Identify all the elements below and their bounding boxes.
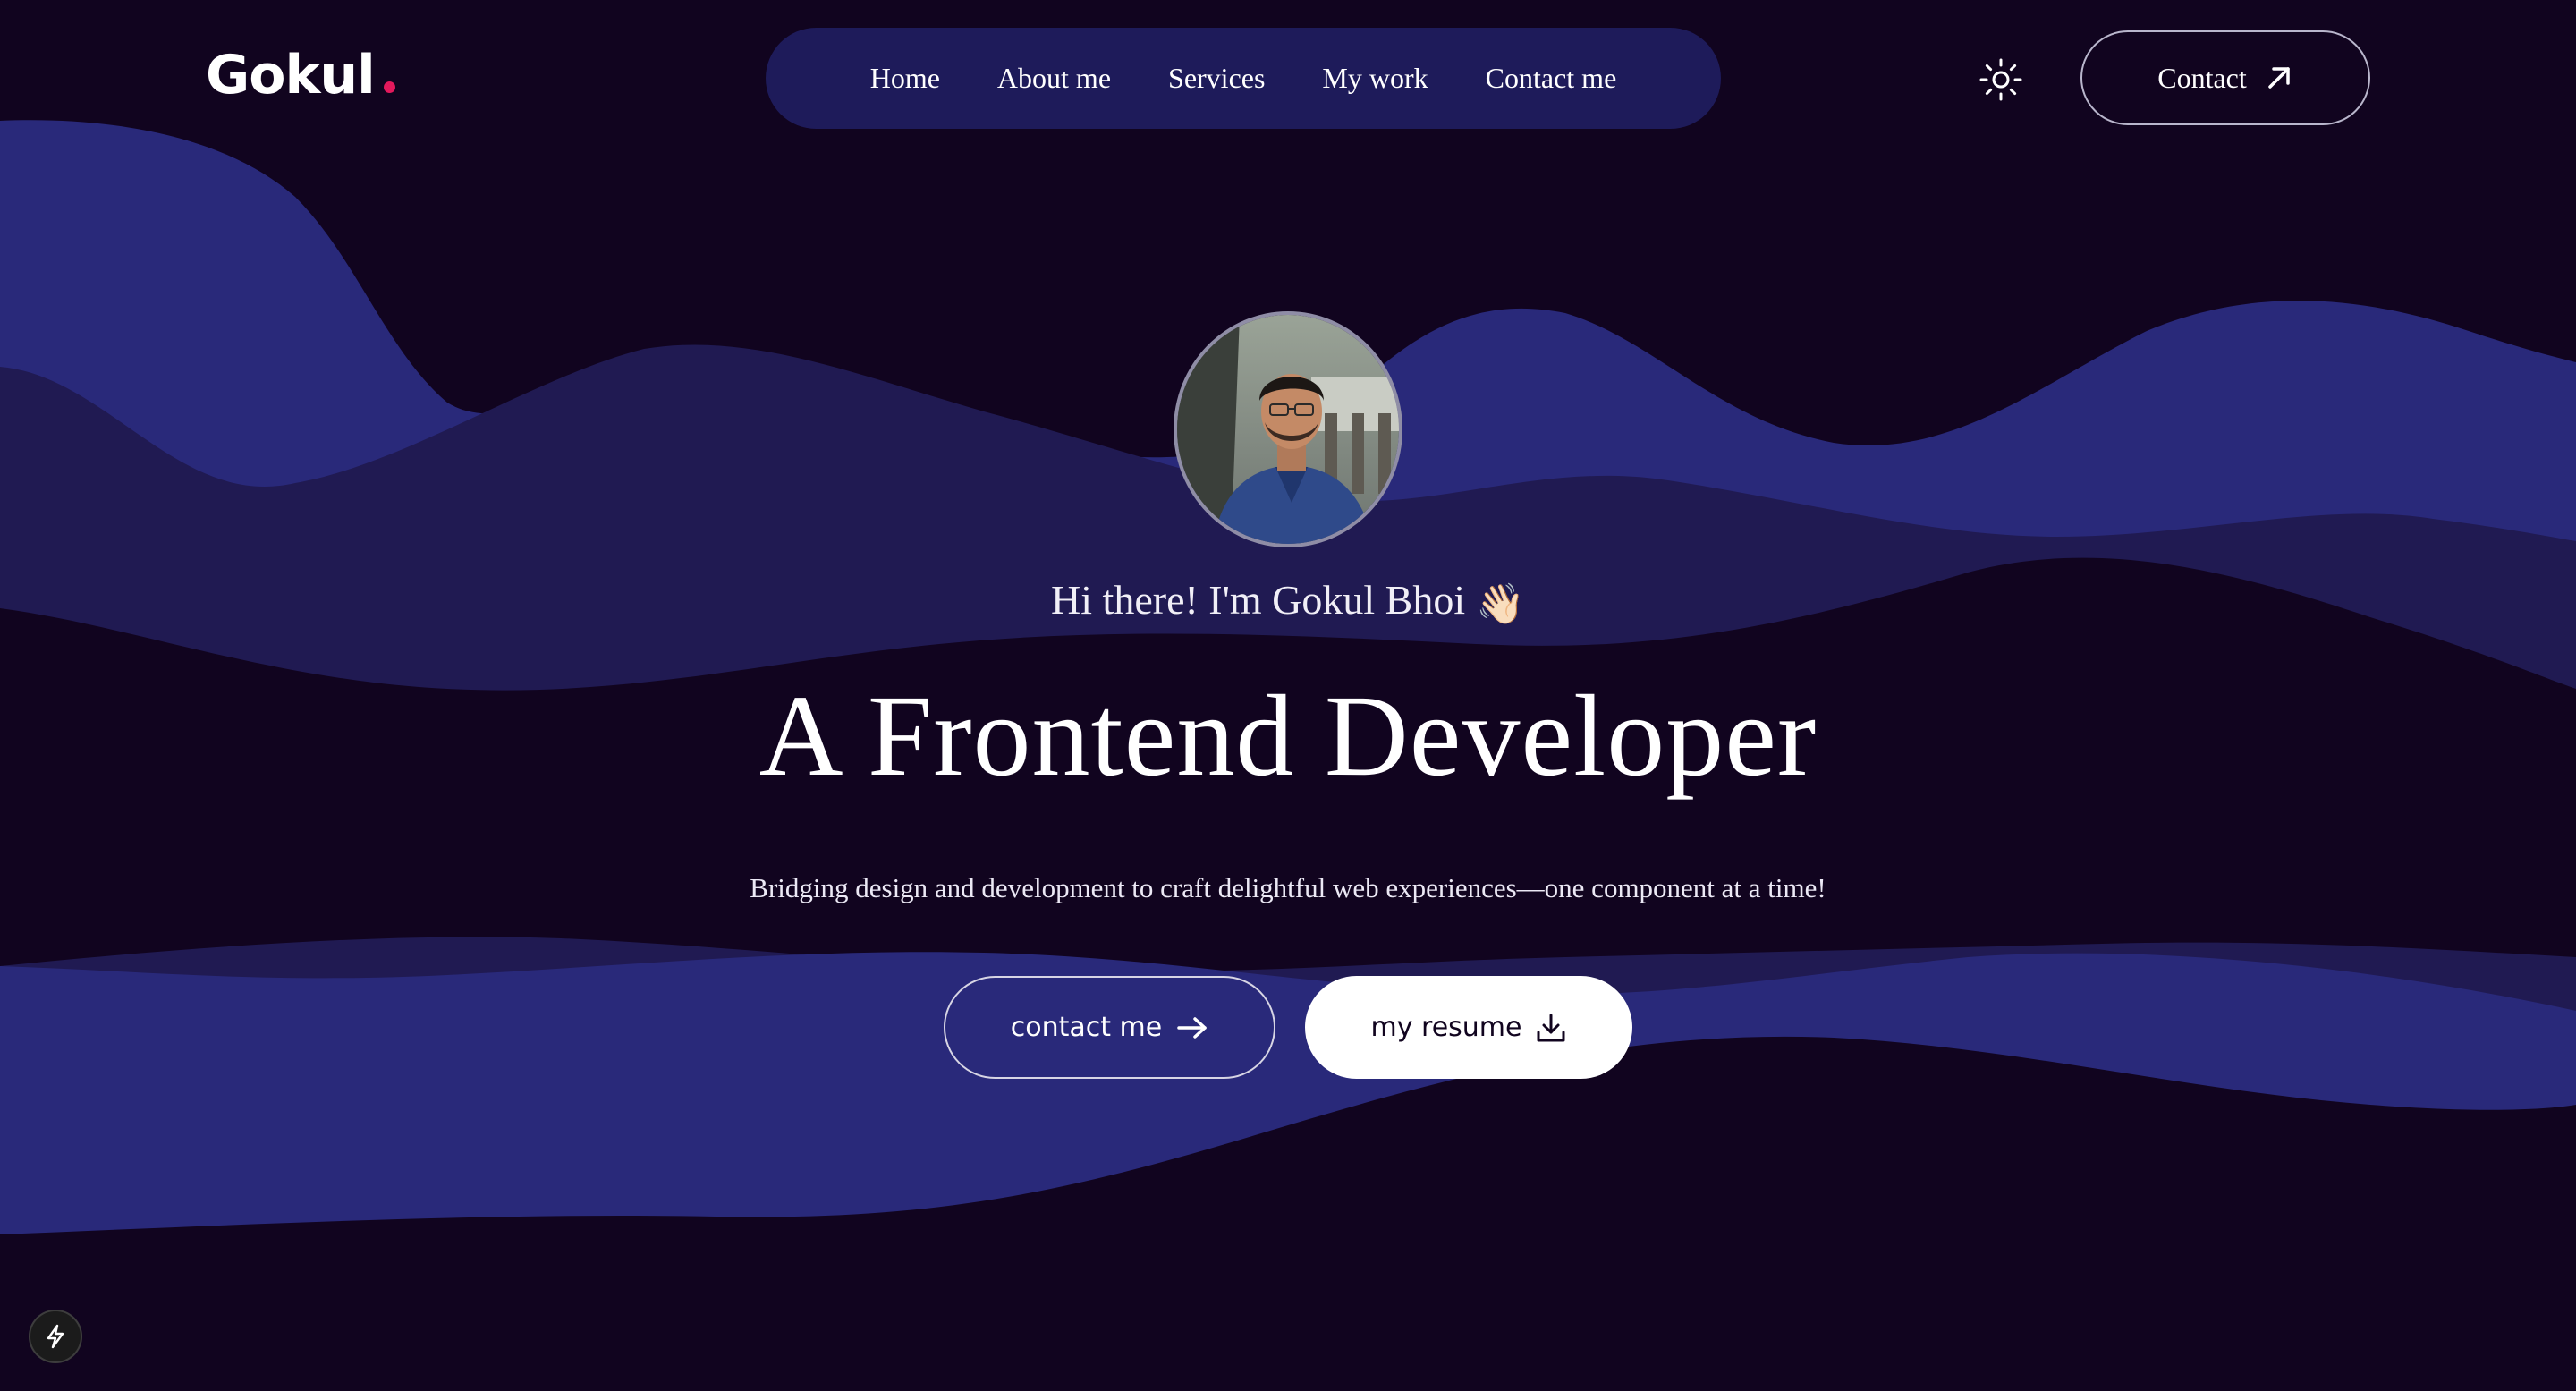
dev-tools-badge[interactable] bbox=[29, 1310, 82, 1363]
sun-icon bbox=[1979, 58, 2022, 101]
contact-button-label: Contact bbox=[2157, 61, 2247, 94]
avatar bbox=[1174, 311, 1402, 547]
nav-item-services[interactable]: Services bbox=[1168, 62, 1265, 95]
arrow-up-right-icon bbox=[2268, 67, 2290, 89]
arrow-right-icon bbox=[1177, 1016, 1207, 1039]
logo[interactable]: Gokul bbox=[206, 48, 395, 102]
lightning-icon bbox=[47, 1324, 64, 1349]
page-title: A Frontend Developer bbox=[758, 672, 1818, 801]
my-resume-label: my resume bbox=[1370, 1012, 1522, 1043]
waving-hand-icon: 👋🏻 bbox=[1476, 582, 1525, 626]
profile-photo bbox=[1177, 315, 1399, 544]
nav-item-contact-me[interactable]: Contact me bbox=[1486, 62, 1617, 95]
greeting: Hi there! I'm Gokul Bhoi 👋🏻 bbox=[0, 577, 2576, 626]
theme-toggle-button[interactable] bbox=[1979, 57, 2023, 102]
tagline: Bridging design and development to craft… bbox=[750, 872, 1826, 903]
my-resume-button[interactable]: my resume bbox=[1305, 976, 1632, 1079]
contact-me-button[interactable]: contact me bbox=[944, 976, 1275, 1079]
greeting-text: Hi there! I'm Gokul Bhoi bbox=[1051, 577, 1466, 623]
main-nav: Home About me Services My work Contact m… bbox=[766, 28, 1721, 129]
nav-item-about-me[interactable]: About me bbox=[997, 62, 1111, 95]
nav-item-my-work[interactable]: My work bbox=[1322, 62, 1428, 95]
logo-dot bbox=[383, 81, 395, 93]
contact-button[interactable]: Contact bbox=[2080, 30, 2370, 125]
download-icon bbox=[1537, 1014, 1565, 1041]
nav-item-home[interactable]: Home bbox=[870, 62, 940, 95]
contact-me-label: contact me bbox=[1010, 1012, 1163, 1043]
logo-text: Gokul bbox=[206, 44, 376, 106]
